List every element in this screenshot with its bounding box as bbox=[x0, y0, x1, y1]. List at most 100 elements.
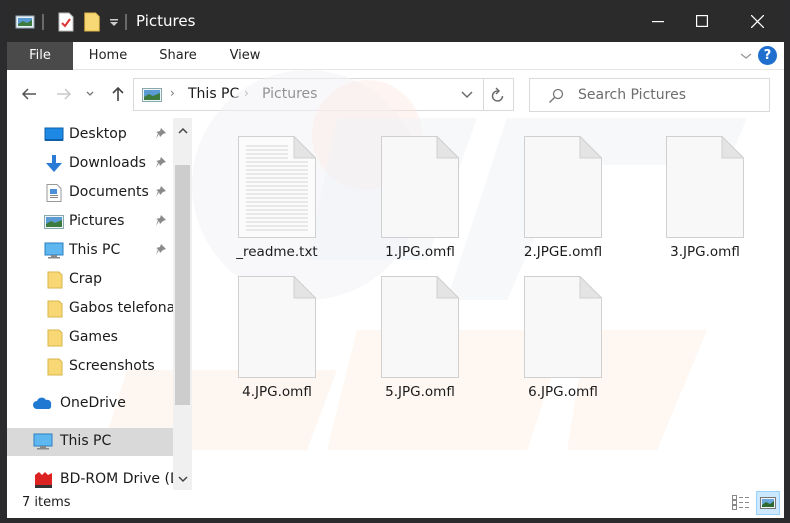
sidebar-item-label: Desktop bbox=[69, 126, 127, 142]
sidebar-item-label: This PC bbox=[60, 433, 112, 449]
sidebar-item-label: This PC bbox=[69, 242, 121, 258]
separator bbox=[125, 14, 127, 30]
tab-share[interactable]: Share bbox=[150, 42, 206, 70]
tab-file[interactable]: File bbox=[7, 42, 73, 70]
sidebar-item-this-pc-quick[interactable]: This PC bbox=[7, 237, 173, 265]
details-view-icon bbox=[732, 495, 749, 510]
pictures-location-icon bbox=[142, 88, 162, 102]
sidebar-item-label: Pictures bbox=[69, 213, 125, 229]
sidebar-item-desktop[interactable]: Desktop bbox=[7, 121, 173, 149]
minimize-icon bbox=[652, 21, 664, 23]
scrollbar-thumb[interactable] bbox=[175, 165, 190, 405]
customize-toolbar-icon[interactable] bbox=[109, 18, 119, 28]
help-button[interactable]: ? bbox=[758, 46, 777, 65]
breadcrumb-separator[interactable]: › bbox=[170, 86, 175, 100]
address-history-chevron-icon[interactable] bbox=[461, 91, 473, 99]
sidebar-item-label: Documents bbox=[69, 184, 149, 200]
sidebar-item-downloads[interactable]: Downloads bbox=[7, 150, 173, 178]
pin-icon[interactable] bbox=[155, 185, 167, 199]
item-count: 7 items bbox=[22, 495, 71, 510]
file-item[interactable]: _readme.txt bbox=[198, 118, 328, 260]
breadcrumb-separator[interactable]: › bbox=[244, 86, 249, 100]
ribbon-tabs: File Home Share View ? bbox=[7, 42, 784, 70]
file-name: 5.JPG.omfl bbox=[385, 384, 455, 400]
sidebar-item-label: Crap bbox=[69, 271, 102, 287]
sidebar-item-gabos-telefonas[interactable]: Gabos telefonas bbox=[7, 295, 182, 323]
tab-view[interactable]: View bbox=[219, 42, 271, 70]
sidebar-item-crap[interactable]: Crap bbox=[7, 266, 173, 294]
sidebar-item-label: OneDrive bbox=[60, 395, 126, 411]
folder-icon bbox=[47, 329, 63, 347]
blank-file-icon bbox=[381, 136, 459, 238]
blank-file-icon bbox=[524, 276, 602, 378]
sidebar-item-label: Screenshots bbox=[69, 358, 155, 374]
search-input[interactable]: Search Pictures bbox=[529, 78, 770, 112]
scroll-down-chevron-icon[interactable] bbox=[176, 472, 190, 486]
file-explorer-window: Pictures File Home Share View ? › This P… bbox=[7, 0, 784, 518]
navigation-pane: Desktop Downloads Documents Pictures Thi… bbox=[7, 118, 192, 490]
close-button[interactable] bbox=[734, 0, 780, 42]
file-list: _readme.txt 1.JPG.omfl 2.JPGE.omfl 3.JPG… bbox=[197, 118, 784, 490]
close-icon bbox=[750, 14, 764, 28]
text-file-icon bbox=[238, 136, 316, 238]
sidebar-item-screenshots[interactable]: Screenshots bbox=[7, 353, 173, 381]
file-item[interactable]: 6.JPG.omfl bbox=[484, 258, 614, 400]
pin-icon[interactable] bbox=[155, 127, 167, 141]
new-folder-icon[interactable] bbox=[83, 12, 101, 32]
up-arrow-icon bbox=[112, 86, 124, 101]
maximize-button[interactable] bbox=[679, 0, 725, 42]
large-icons-view-icon bbox=[760, 497, 776, 509]
scroll-up-chevron-icon[interactable] bbox=[176, 124, 190, 138]
pin-icon[interactable] bbox=[155, 156, 167, 170]
sidebar-item-games[interactable]: Games bbox=[7, 324, 173, 352]
sidebar-item-pictures[interactable]: Pictures bbox=[7, 208, 173, 236]
file-item[interactable]: 1.JPG.omfl bbox=[341, 118, 471, 260]
desktop-icon bbox=[44, 127, 64, 141]
title-bar: Pictures bbox=[7, 0, 784, 42]
sidebar-item-this-pc[interactable]: This PC bbox=[7, 428, 173, 456]
tab-home[interactable]: Home bbox=[79, 42, 137, 70]
onedrive-icon bbox=[33, 397, 52, 409]
back-button[interactable] bbox=[17, 82, 41, 106]
search-icon bbox=[549, 88, 564, 103]
file-item[interactable]: 2.JPGE.omfl bbox=[484, 118, 614, 260]
file-item[interactable]: 5.JPG.omfl bbox=[341, 258, 471, 400]
sidebar-item-label: BD-ROM Drive (D: bbox=[60, 471, 186, 487]
recent-locations-button[interactable] bbox=[83, 82, 97, 106]
forward-arrow-icon bbox=[57, 88, 72, 100]
file-item[interactable]: 3.JPG.omfl bbox=[626, 118, 756, 260]
chevron-down-icon bbox=[86, 91, 94, 96]
navigation-pane-scrollbar[interactable] bbox=[173, 118, 192, 490]
refresh-button[interactable] bbox=[483, 78, 514, 111]
folder-icon bbox=[47, 300, 63, 318]
refresh-icon bbox=[491, 87, 504, 102]
pictures-icon bbox=[44, 215, 64, 229]
back-arrow-icon bbox=[21, 88, 36, 100]
details-view-button[interactable] bbox=[729, 491, 753, 515]
breadcrumb-pictures[interactable]: Pictures bbox=[262, 86, 317, 102]
sidebar-item-label: Gabos telefonas bbox=[69, 300, 183, 316]
pin-icon[interactable] bbox=[155, 243, 167, 257]
properties-icon[interactable] bbox=[58, 12, 74, 32]
file-name: 6.JPG.omfl bbox=[528, 384, 598, 400]
up-button[interactable] bbox=[106, 82, 130, 106]
folder-icon bbox=[47, 358, 63, 376]
pin-icon[interactable] bbox=[155, 214, 167, 228]
sidebar-item-documents[interactable]: Documents bbox=[7, 179, 173, 207]
breadcrumb-this-pc[interactable]: This PC bbox=[188, 86, 239, 102]
sidebar-item-label: Downloads bbox=[69, 155, 146, 171]
large-icons-view-button[interactable] bbox=[756, 491, 780, 515]
expand-ribbon-chevron-icon[interactable] bbox=[738, 48, 754, 64]
forward-button[interactable] bbox=[52, 82, 76, 106]
separator bbox=[42, 14, 44, 30]
blank-file-icon bbox=[381, 276, 459, 378]
this-pc-icon bbox=[33, 433, 53, 450]
window-title: Pictures bbox=[136, 12, 196, 30]
file-item[interactable]: 4.JPG.omfl bbox=[198, 258, 328, 400]
search-placeholder: Search Pictures bbox=[578, 87, 686, 103]
address-bar[interactable]: › This PC › Pictures bbox=[133, 78, 484, 111]
sidebar-item-onedrive[interactable]: OneDrive bbox=[7, 390, 173, 418]
minimize-button[interactable] bbox=[635, 0, 681, 42]
blank-file-icon bbox=[524, 136, 602, 238]
folder-icon bbox=[47, 271, 63, 289]
